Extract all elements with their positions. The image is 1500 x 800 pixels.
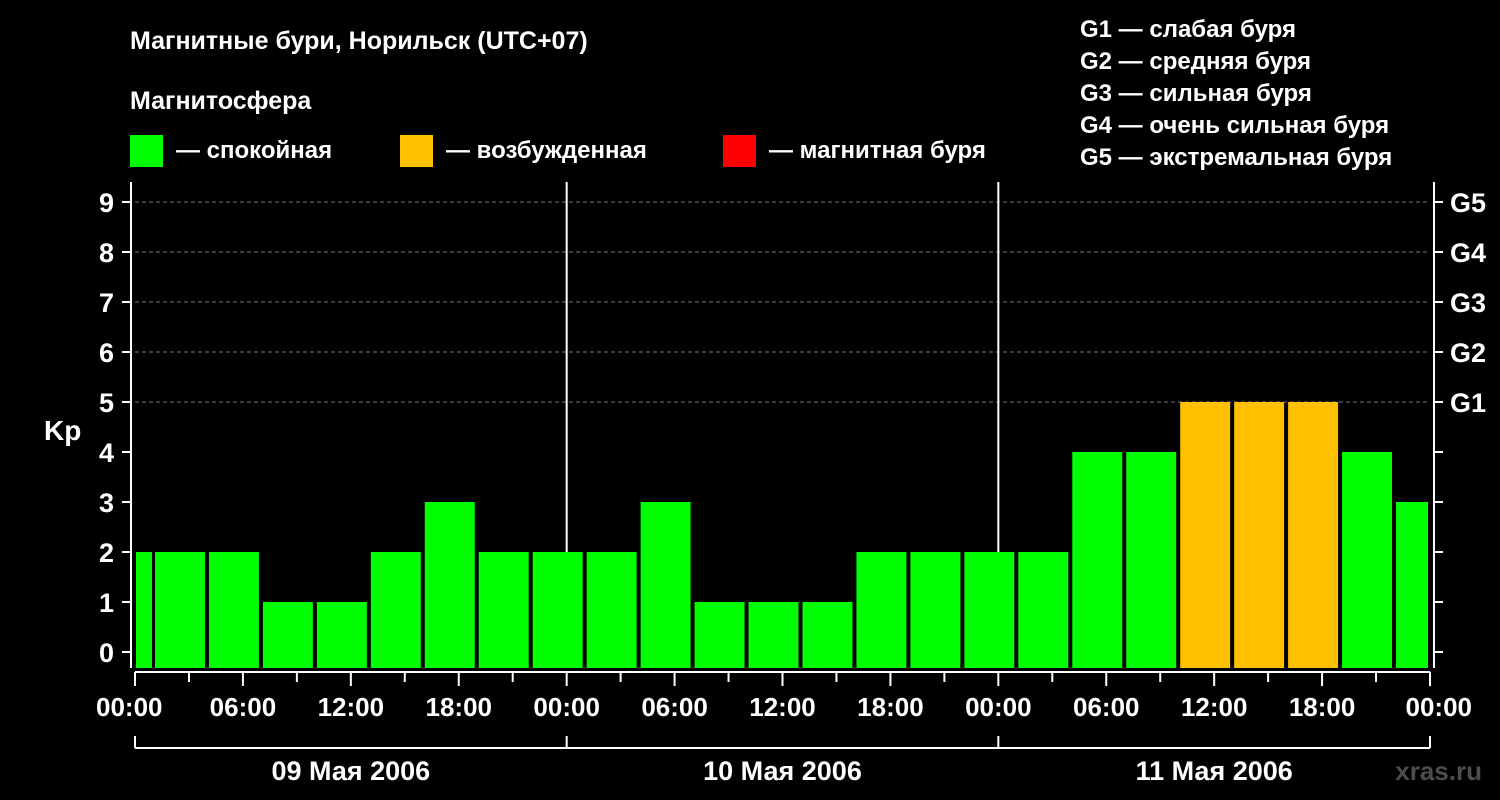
kp-chart: Магнитные бури, Норильск (UTC+07) Магнит… — [0, 0, 1500, 800]
right-tick-label-0: G1 — [1450, 388, 1486, 418]
bar-20 — [1180, 402, 1231, 668]
right-tick-label-4: G5 — [1450, 188, 1486, 218]
bar-16 — [964, 552, 1015, 668]
day-label-2: 11 Мая 2006 — [1136, 756, 1293, 786]
bar-18 — [1072, 452, 1123, 668]
bar-19 — [1126, 452, 1177, 668]
x-tick-label-6: 12:00 — [749, 692, 816, 722]
bar-17 — [1018, 552, 1069, 668]
bar-6 — [424, 502, 475, 668]
legend-label-1: — возбужденная — [446, 137, 647, 164]
bar-4 — [316, 602, 367, 668]
x-tick-label-8: 00:00 — [965, 692, 1032, 722]
y-tick-label-5: 5 — [99, 388, 114, 418]
legend-swatch-0 — [130, 135, 163, 167]
chart-title: Магнитные бури, Норильск (UTC+07) — [130, 27, 588, 55]
x-tick-label-1: 06:00 — [210, 692, 277, 722]
bar-2 — [208, 552, 259, 668]
right-tick-label-2: G3 — [1450, 288, 1486, 318]
right-tick-label-1: G2 — [1450, 338, 1486, 368]
legend-label-2: — магнитная буря — [769, 137, 986, 164]
watermark: xras.ru — [1395, 756, 1482, 786]
y-tick-label-8: 8 — [99, 238, 114, 268]
legend-swatch-1 — [400, 135, 433, 167]
y-tick-label-3: 3 — [99, 488, 114, 518]
y-tick-label-7: 7 — [99, 288, 114, 318]
day-label-0: 09 Мая 2006 — [271, 756, 430, 786]
bar-23 — [1342, 452, 1393, 668]
x-tick-label-7: 18:00 — [857, 692, 924, 722]
storm-scale-item-2: G3 — сильная буря — [1080, 80, 1312, 107]
y-tick-label-4: 4 — [99, 438, 114, 468]
bar-1 — [154, 552, 205, 668]
bar-5 — [370, 552, 421, 668]
legend-swatch-2 — [723, 135, 756, 167]
legend-title: Магнитосфера — [130, 87, 312, 115]
storm-scale-item-1: G2 — средняя буря — [1080, 48, 1311, 75]
y-tick-label-1: 1 — [99, 588, 114, 618]
y-tick-label-0: 0 — [99, 638, 114, 668]
bar-3 — [262, 602, 313, 668]
y-tick-label-9: 9 — [99, 188, 114, 218]
x-tick-label-0: 00:00 — [96, 692, 163, 722]
storm-scale-item-4: G5 — экстремальная буря — [1080, 144, 1392, 171]
x-tick-label-9: 06:00 — [1073, 692, 1140, 722]
x-tick-label-4: 00:00 — [533, 692, 600, 722]
bar-11 — [694, 602, 745, 668]
bar-22 — [1288, 402, 1339, 668]
y-axis-label: Kp — [44, 415, 81, 446]
legend-label-0: — спокойная — [176, 137, 332, 164]
x-tick-label-12: 00:00 — [1406, 692, 1473, 722]
bar-10 — [640, 502, 691, 668]
right-tick-label-3: G4 — [1450, 238, 1486, 268]
bar-7 — [478, 552, 529, 668]
bar-12 — [748, 602, 799, 668]
bar-9 — [586, 552, 637, 668]
x-tick-label-3: 18:00 — [426, 692, 493, 722]
legend: — спокойная — возбужденная — магнитная бур… — [130, 135, 986, 167]
storm-scale-item-0: G1 — слабая буря — [1080, 16, 1296, 43]
day-label-1: 10 Мая 2006 — [703, 756, 862, 786]
x-tick-label-5: 06:00 — [641, 692, 708, 722]
x-tick-label-2: 12:00 — [318, 692, 385, 722]
y-tick-label-6: 6 — [99, 338, 114, 368]
bar-15 — [910, 552, 961, 668]
bar-0 — [136, 552, 152, 668]
bar-13 — [802, 602, 853, 668]
x-tick-label-10: 12:00 — [1181, 692, 1248, 722]
storm-scale-item-3: G4 — очень сильная буря — [1080, 112, 1389, 139]
bar-8 — [532, 552, 583, 668]
bar-14 — [856, 552, 907, 668]
bar-21 — [1234, 402, 1285, 668]
y-tick-label-2: 2 — [99, 538, 114, 568]
bar-24 — [1396, 502, 1428, 668]
x-tick-label-11: 18:00 — [1289, 692, 1356, 722]
